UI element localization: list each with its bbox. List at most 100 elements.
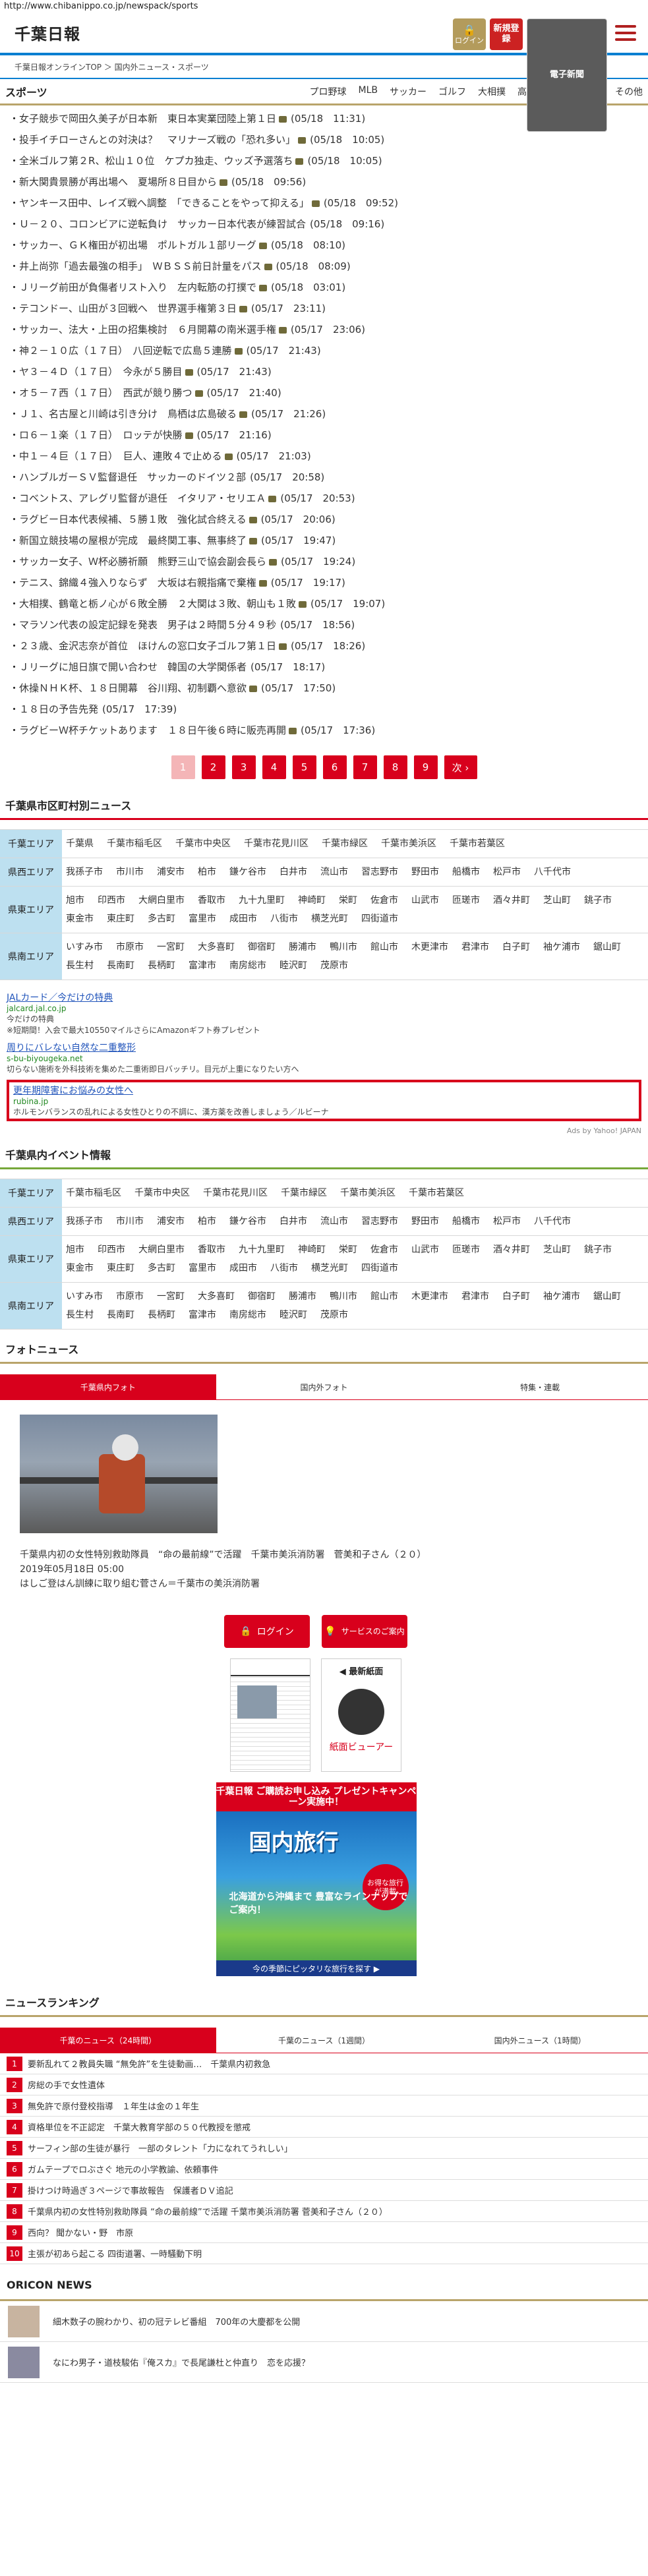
ranking-item[interactable]: 6 ガムテープでロぶさぐ 地元の小学教諭、依頼事件 <box>0 2159 648 2180</box>
ad-title[interactable]: 周りにバレない自然な二重整形 <box>7 1041 641 1054</box>
news-title[interactable]: コベントス、アレグリ監督が退任 イタリア・セリエＡ <box>19 492 266 504</box>
city-link[interactable]: 千葉市花見川区 <box>244 834 309 853</box>
city-link[interactable]: 野田市 <box>411 863 439 881</box>
city-link[interactable]: 浦安市 <box>157 863 185 881</box>
city-link[interactable]: 九十九里町 <box>239 891 285 910</box>
city-link[interactable]: 長柄町 <box>148 1306 175 1324</box>
city-link[interactable]: 香取市 <box>198 1241 225 1259</box>
city-link[interactable]: 勝浦市 <box>289 938 316 956</box>
city-link[interactable]: 千葉市緑区 <box>281 1184 327 1202</box>
city-link[interactable]: 御宿町 <box>248 938 276 956</box>
city-link[interactable]: 富津市 <box>189 956 216 975</box>
city-link[interactable]: 山武市 <box>411 1241 439 1259</box>
news-item[interactable]: ・井上尚弥「過去最強の相手」 ＷＢＳＳ前日計量をパス (05/18 08:09) <box>9 256 639 277</box>
city-link[interactable]: 横芝光町 <box>311 1259 348 1277</box>
news-title[interactable]: ハンブルガーＳＶ監督退任 サッカーのドイツ２部 <box>19 471 246 483</box>
city-link[interactable]: 勝浦市 <box>289 1287 316 1306</box>
news-title[interactable]: 休操ＮＨＫ杯、１８日開幕 谷川翔、初制覇へ意欲 <box>19 682 247 694</box>
city-link[interactable]: 茂原市 <box>320 956 348 975</box>
news-title[interactable]: 神２－１０広（１７日） 八回逆転で広島５連勝 <box>19 345 232 357</box>
oricon-item[interactable]: なにわ男子・道枝駿佑『俺スカ』で長尾謙杜と仲直り 恋を応援？ <box>0 2342 648 2383</box>
city-link[interactable]: 千葉市花見川区 <box>203 1184 268 1202</box>
city-link[interactable]: 茂原市 <box>320 1306 348 1324</box>
city-link[interactable]: 神崎町 <box>298 1241 326 1259</box>
news-title[interactable]: マラソン代表の設定記録を発表 男子は２時間５分４９秒 <box>19 619 276 631</box>
ad-item[interactable]: 周りにバレない自然な二重整形 s-bu-biyougeka.net 切らない施術を外… <box>7 1041 641 1074</box>
city-link[interactable]: 印西市 <box>98 891 125 910</box>
city-link[interactable]: 富里市 <box>189 1259 216 1277</box>
news-title[interactable]: テコンドー、山田が３回戦へ 世界選手権第３日 <box>19 303 237 314</box>
hamburger-menu-icon[interactable] <box>611 18 640 47</box>
news-title[interactable]: Ｊリーグに旭日旗で開い合わせ 韓国の大学関係者 <box>19 661 247 673</box>
side-login-button[interactable]: 🔒 ログイン <box>224 1615 310 1648</box>
city-link[interactable]: 一宮町 <box>157 1287 185 1306</box>
city-link[interactable]: 神崎町 <box>298 891 326 910</box>
city-link[interactable]: 千葉市若葉区 <box>409 1184 464 1202</box>
city-link[interactable]: 多古町 <box>148 910 175 928</box>
ranking-title[interactable]: 無免許で原付登校指導 １年生は金の１年生 <box>28 2099 199 2112</box>
city-link[interactable]: 九十九里町 <box>239 1241 285 1259</box>
news-item[interactable]: ・新大関貴景勝が再出場へ 夏場所８日目から (05/18 09:56) <box>9 171 639 192</box>
site-logo[interactable]: 千葉日報 <box>15 21 80 44</box>
tab[interactable]: 国内外フォト <box>216 1374 432 1399</box>
news-title[interactable]: 投手イチローさんとの対決は？ マリナーズ戦の「恐れ多い」 <box>19 134 295 146</box>
travel-banner[interactable]: 千葉日報 ご購読お申し込み プレゼントキャンペーン実施中！ 国内旅行 お得な旅行… <box>216 1782 417 1976</box>
city-link[interactable]: 芝山町 <box>543 1241 571 1259</box>
news-item[interactable]: ・新国立競技場の屋根が完成 最終関工事、無事終了 (05/17 19:47) <box>9 530 639 551</box>
news-item[interactable]: ・コベントス、アレグリ監督が退任 イタリア・セリエＡ (05/17 20:53) <box>9 488 639 509</box>
news-title[interactable]: サッカー、法大・上田の招集検討 ６月開幕の南米選手権 <box>19 324 276 336</box>
city-link[interactable]: 長南町 <box>107 956 134 975</box>
city-link[interactable]: 習志野市 <box>361 863 398 881</box>
city-link[interactable]: 君津市 <box>461 938 489 956</box>
city-link[interactable]: 芝山町 <box>543 891 571 910</box>
city-link[interactable]: 千葉市中央区 <box>134 1184 190 1202</box>
city-link[interactable]: 佐倉市 <box>370 1241 398 1259</box>
newspaper-thumbnail[interactable] <box>230 1658 310 1772</box>
url-bar[interactable]: http://www.chibanippo.co.jp/newspack/spo… <box>0 0 648 15</box>
tab[interactable]: 千葉県内フォト <box>0 1374 216 1399</box>
city-link[interactable]: 館山市 <box>370 1287 398 1306</box>
news-title[interactable]: 女子競歩で岡田久美子が日本新 東日本実業団陸上第１日 <box>19 113 276 125</box>
city-link[interactable]: 大多喜町 <box>198 938 235 956</box>
city-link[interactable]: 八千代市 <box>534 1212 571 1231</box>
city-link[interactable]: 酒々井町 <box>493 1241 530 1259</box>
city-link[interactable]: 匝瑳市 <box>452 1241 480 1259</box>
city-link[interactable]: 東金市 <box>66 1259 94 1277</box>
city-link[interactable]: 鎌ケ谷市 <box>229 1212 266 1231</box>
news-item[interactable]: ・Ｊリーグ前田が負傷者リスト入り 左内転筋の打撲で (05/18 03:01) <box>9 277 639 298</box>
ad-title[interactable]: JALカード／今だけの特典 <box>7 991 641 1004</box>
service-button[interactable]: 💡 サービスのご案内 <box>322 1615 407 1648</box>
page-link[interactable]: 4 <box>262 755 286 779</box>
sports-nav-item[interactable]: サッカー <box>390 85 427 98</box>
city-link[interactable]: いすみ市 <box>66 938 103 956</box>
page-link[interactable]: 6 <box>322 755 347 779</box>
viewer-button[interactable]: ◀ 最新紙面 紙面ビューアー <box>321 1658 401 1772</box>
city-link[interactable]: 千葉市若葉区 <box>450 834 505 853</box>
city-link[interactable]: 松戸市 <box>493 863 521 881</box>
ranking-title[interactable]: サーフィン部の生徒が暴行 一部のタレント「力になれてうれしい」 <box>28 2142 293 2154</box>
news-item[interactable]: ・ヤンキース田中、レイズ戦へ調整 「できることをやって抑える」 (05/18 09… <box>9 192 639 214</box>
city-link[interactable]: 長生村 <box>66 1306 94 1324</box>
city-link[interactable]: 千葉市稲毛区 <box>107 834 162 853</box>
city-link[interactable]: 長南町 <box>107 1306 134 1324</box>
news-item[interactable]: ・Ｕ－２０、コロンビアに逆転負け サッカー日本代表が練習試合 (05/18 09:… <box>9 214 639 235</box>
city-link[interactable]: 東庄町 <box>107 910 134 928</box>
city-link[interactable]: 多古町 <box>148 1259 175 1277</box>
city-link[interactable]: 千葉市稲毛区 <box>66 1184 121 1202</box>
news-title[interactable]: ロ６－１楽（１７日） ロッテが快勝 <box>19 429 183 441</box>
news-title[interactable]: テニス、錦織４強入りならず 大坂は右親指痛で棄権 <box>19 577 256 589</box>
page-link[interactable]: 8 <box>383 755 407 779</box>
ranking-item[interactable]: 7 掛けつけ時過ぎ３ページで事故報告 保護者ＤＶ追記 <box>0 2180 648 2201</box>
city-link[interactable]: 長生村 <box>66 956 94 975</box>
city-link[interactable]: 市川市 <box>116 863 144 881</box>
city-link[interactable]: 柏市 <box>198 1212 216 1231</box>
city-link[interactable]: 成田市 <box>229 1259 257 1277</box>
tab[interactable]: 千葉のニュース（24時間） <box>0 2028 216 2053</box>
news-item[interactable]: ・投手イチローさんとの対決は？ マリナーズ戦の「恐れ多い」 (05/18 10:0… <box>9 129 639 150</box>
ranking-item[interactable]: 9 西向？ 聞かない・野 市原 <box>0 2222 648 2243</box>
register-button[interactable]: 新規登録 <box>490 18 523 50</box>
city-link[interactable]: 大網白里市 <box>138 891 185 910</box>
city-link[interactable]: 市川市 <box>116 1212 144 1231</box>
ranking-title[interactable]: 掛けつけ時過ぎ３ページで事故報告 保護者ＤＶ追記 <box>28 2184 233 2196</box>
city-link[interactable]: 富津市 <box>189 1306 216 1324</box>
